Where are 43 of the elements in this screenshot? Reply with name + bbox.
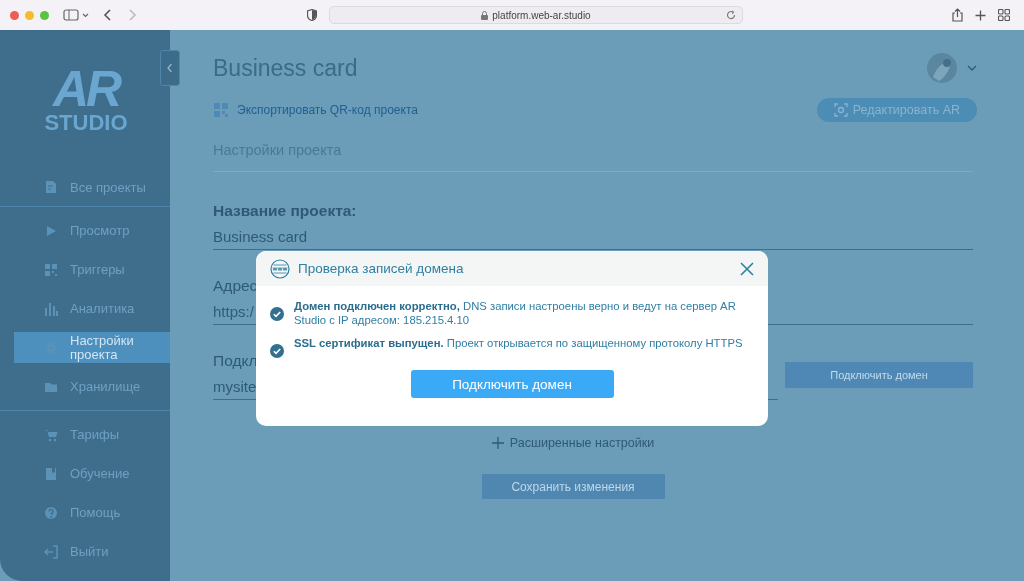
play-icon	[44, 223, 58, 238]
sidebar-item[interactable]: Настройки проекта	[14, 332, 170, 363]
bars-icon	[44, 301, 58, 316]
check-message: Домен подключен корректно, DNS записи настроены верно и ведут на сервер AR Studio с IP адресом: 185.215.4.10	[294, 300, 737, 327]
collapse-sidebar-button[interactable]	[160, 50, 180, 86]
dialog-title: Проверка записей домена	[298, 261, 465, 276]
sidebar-toggle-icon[interactable]	[63, 9, 89, 21]
qr-icon	[44, 262, 58, 277]
field-label: Название проекта:	[213, 202, 357, 220]
back-icon[interactable]	[103, 8, 113, 22]
save-button[interactable]: Сохранить изменения	[481, 474, 665, 499]
share-icon[interactable]	[952, 8, 963, 22]
connect-domain-button[interactable]: Подключить домен	[410, 370, 614, 398]
cart-icon	[44, 427, 58, 442]
chevron-down-icon[interactable]	[967, 65, 977, 71]
edit-ar-button[interactable]: Редактировать AR	[816, 98, 977, 122]
close-icon[interactable]	[740, 261, 754, 276]
check-message: SSL сертификат выпущен. Проект открывается по защищенному протоколу HTTPS	[294, 337, 744, 351]
lock-icon	[481, 10, 489, 20]
exit-icon	[44, 544, 58, 559]
qr-code-icon	[213, 102, 229, 118]
new-tab-icon[interactable]	[975, 9, 986, 21]
logo-wordmark: STUDIO	[44, 112, 128, 134]
close-window-button[interactable]	[10, 10, 19, 20]
field-label: Подкл	[213, 352, 258, 370]
scan-icon	[833, 103, 848, 117]
zoom-window-button[interactable]	[40, 10, 49, 20]
doc-icon	[44, 180, 58, 194]
advanced-settings-link[interactable]: Расширенные настройки	[491, 436, 655, 450]
avatar-icon[interactable]	[927, 53, 957, 83]
book-icon	[44, 466, 58, 481]
input-field[interactable]: Business card	[213, 220, 973, 250]
plus-icon	[491, 437, 504, 449]
field-label: Адрес	[213, 277, 258, 295]
shield-icon[interactable]	[307, 9, 317, 21]
address-bar[interactable]: platform.web-ar.studio	[329, 6, 743, 24]
export-qr-link[interactable]: Экспортировать QR-код проекта	[213, 102, 418, 118]
connect-domain-button[interactable]: Подключить домен	[785, 362, 973, 388]
tab-overview-icon[interactable]	[998, 9, 1010, 21]
reload-icon[interactable]	[726, 10, 736, 20]
help-icon	[44, 505, 58, 520]
logo-mark: AR	[52, 64, 120, 114]
www-icon	[270, 258, 290, 279]
